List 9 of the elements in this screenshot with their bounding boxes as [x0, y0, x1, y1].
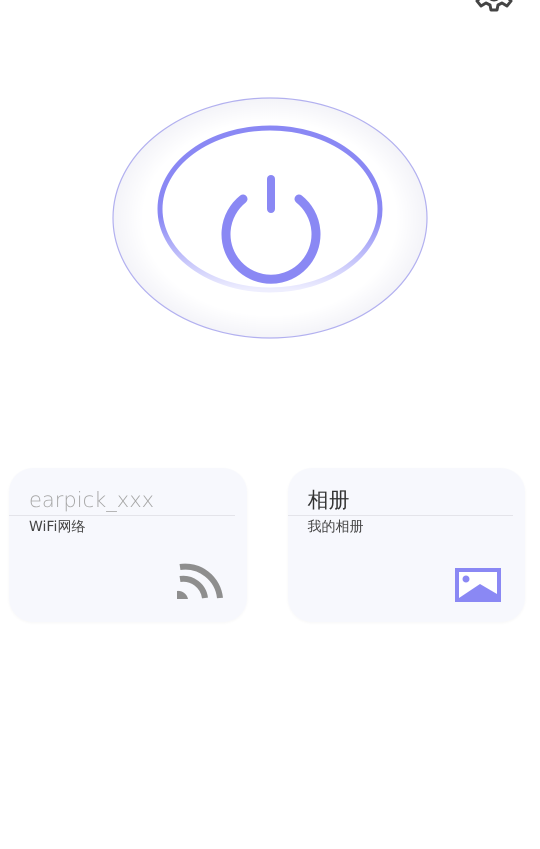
card-subtitle: WiFi网络 — [28, 518, 86, 536]
card-background[interactable]: 相册 我的相册 — [288, 468, 525, 622]
card-background[interactable]: earpick_xxx WiFi网络 — [9, 468, 246, 622]
card-title: earpick_xxx — [28, 487, 156, 514]
card-title: 相册 — [306, 487, 350, 514]
image-icon — [455, 568, 501, 602]
wifi-icon — [176, 562, 222, 602]
card-subtitle: 我的相册 — [306, 518, 364, 536]
power-button[interactable] — [110, 95, 430, 341]
